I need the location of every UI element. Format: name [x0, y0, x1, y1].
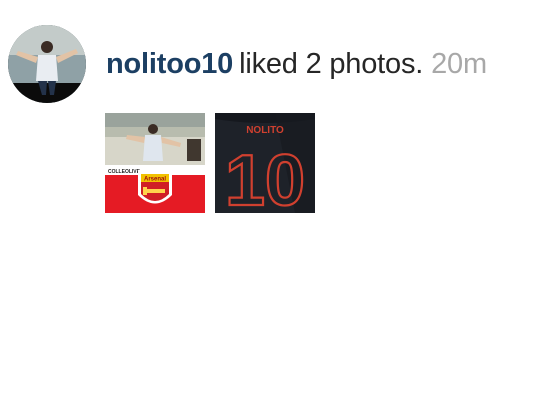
- username-link[interactable]: nolitoo10: [106, 48, 233, 80]
- photo-caption: COLLEOLIVE: [108, 169, 141, 175]
- liked-photos: COLLEOLIVE Arsenal NOLITO 10: [105, 113, 315, 213]
- notification-text: nolitoo10 liked 2 photos. 20m: [106, 44, 487, 84]
- action-text: liked 2 photos.: [239, 48, 424, 80]
- jersey-number: 10: [225, 141, 305, 213]
- profile-photo-icon[interactable]: [8, 25, 86, 103]
- liked-photo-1[interactable]: COLLEOLIVE Arsenal: [105, 113, 205, 213]
- timestamp: 20m: [431, 48, 487, 80]
- liked-photo-2[interactable]: NOLITO 10: [215, 113, 315, 213]
- jersey-name: NOLITO: [246, 125, 284, 136]
- activity-notification[interactable]: nolitoo10liked 2 photos.20m COLLEOLIVE: [0, 0, 550, 400]
- badge-label: Arsenal: [144, 177, 166, 183]
